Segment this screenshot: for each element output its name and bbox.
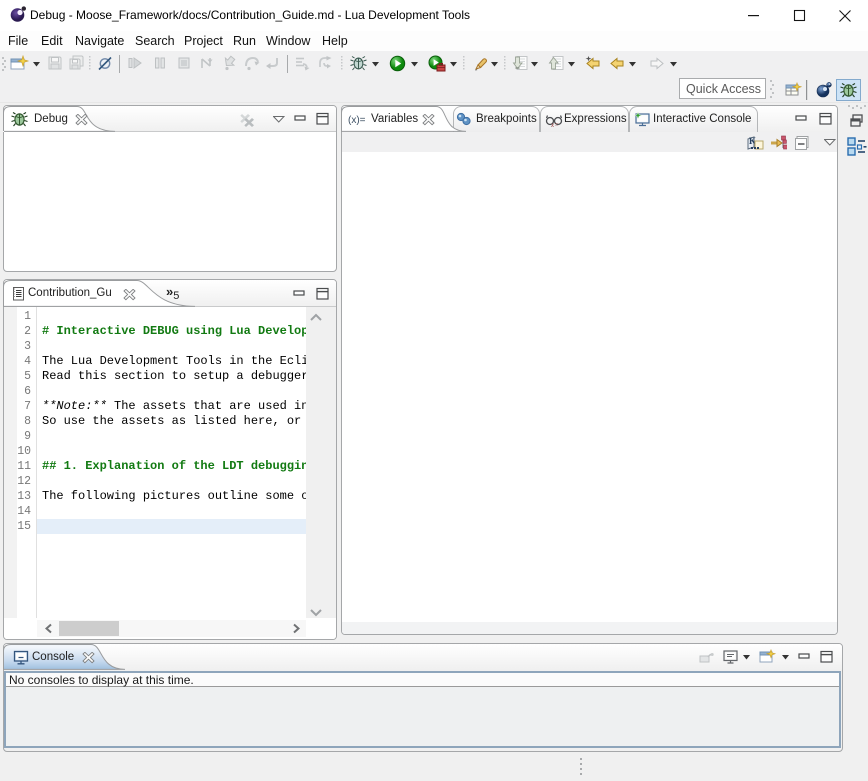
- svg-text:x=: x=: [550, 121, 559, 127]
